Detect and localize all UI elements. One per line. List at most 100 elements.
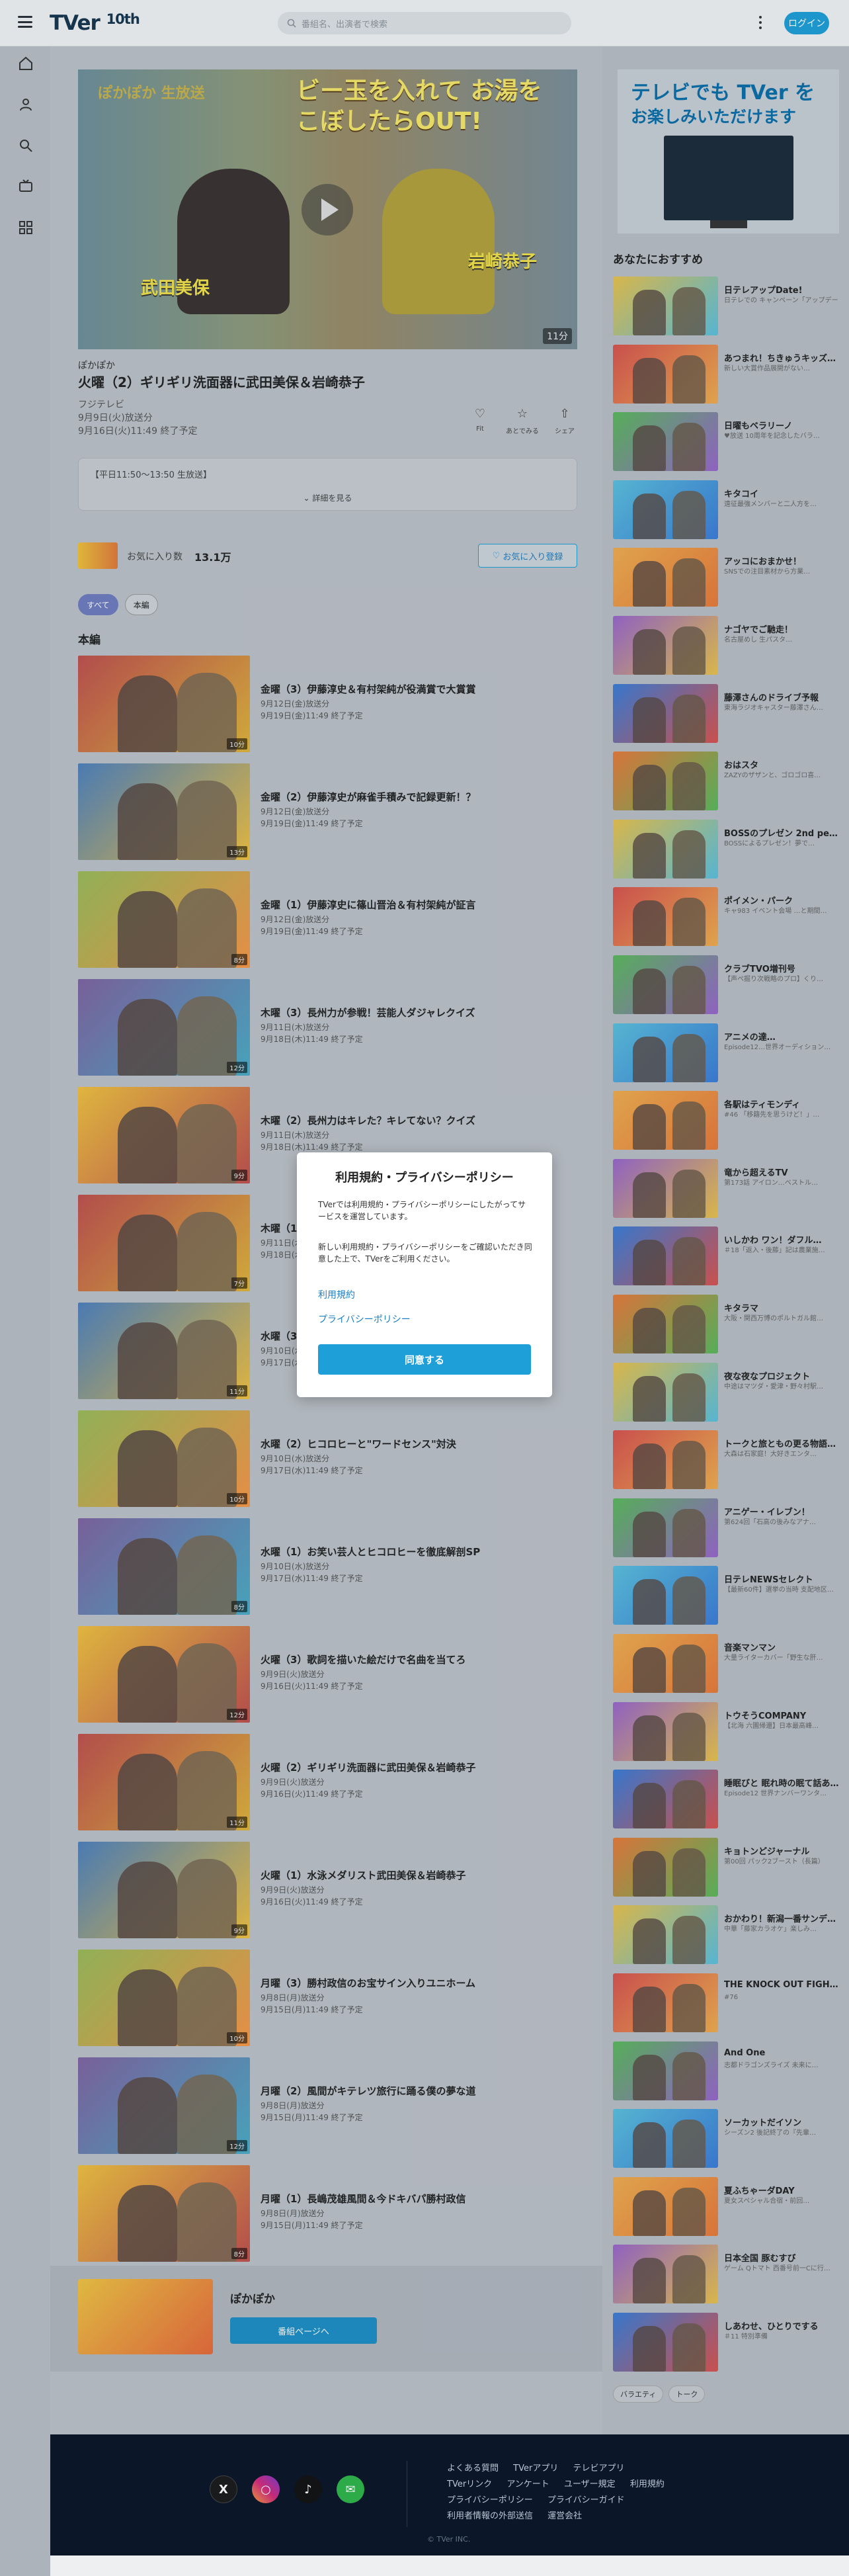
recommend-item-title[interactable]: 音楽マンマン (724, 1641, 840, 1653)
recommend-item-title[interactable]: And One (724, 2048, 840, 2058)
episode-row-title[interactable]: 月曜（2）風間がキテレツ旅行に踊る僕の夢な道 (261, 2084, 475, 2098)
instagram-icon[interactable]: ○ (252, 2475, 280, 2503)
recommend-item-title[interactable]: おはスタ (724, 758, 840, 771)
tab-main[interactable]: 本編 (124, 594, 158, 615)
recommend-item[interactable]: アッコにおまかせ！ SNSでの注目素材から方業… (613, 548, 841, 609)
footer-link-terms[interactable]: 利用規約 (630, 2477, 665, 2493)
episode-row[interactable]: 10分 月曜（3）勝村政信のお宝サイン入りユニホーム 9月8日(月)放送分 9月15日… (78, 1950, 577, 2049)
recommend-item[interactable]: 睡眠びと 眠れ時の眠て話あ… Episode12 世界ナンバーワンタ… (613, 1770, 841, 1830)
search-nav-icon[interactable] (18, 138, 34, 153)
line-icon[interactable]: ✉ (337, 2475, 364, 2503)
share-button[interactable]: ⇧ シェア (548, 407, 581, 435)
agree-button[interactable]: 同意する (318, 1344, 531, 1375)
episode-row[interactable]: 12分 木曜（3）長州力が参戦！芸能人ダジャレクイズ 9月11日(木)放送分 9月18… (78, 979, 577, 1078)
recommend-thumbnail[interactable] (613, 1498, 718, 1557)
recommend-thumbnail[interactable] (613, 1905, 718, 1965)
x-icon[interactable]: X (210, 2475, 237, 2503)
recommend-item[interactable]: And One 志都ドラゴンズライズ 未来に… (613, 2041, 841, 2102)
tv-app-banner[interactable]: テレビでも TVer を お楽しみいただけます (618, 69, 839, 234)
recommend-item[interactable]: 音楽マンマン 大量ライターカバー「野生な肝… (613, 1634, 841, 1695)
recommend-item-title[interactable]: 日テレNEWSセレクト (724, 1572, 840, 1585)
episode-thumbnail[interactable]: 11分 (78, 1734, 250, 1830)
recommend-item[interactable]: 藤澤さんのドライブ予報 東海ラジオキャスター藤澤さん… (613, 683, 841, 745)
recommend-item[interactable]: おはスタ ZAZYのザザンと、ゴロゴロ喜… (613, 751, 841, 812)
recommend-thumbnail[interactable] (613, 819, 718, 879)
recommend-thumbnail[interactable] (613, 1023, 718, 1082)
episode-thumbnail[interactable]: 9分 (78, 1087, 250, 1183)
tver-logo[interactable]: TVer 10th (50, 11, 140, 35)
recommend-thumbnail[interactable] (613, 1158, 718, 1218)
user-icon[interactable] (18, 97, 34, 112)
recommend-item[interactable]: ポイメン・パーク キャ983 イベント会場 …と期間… (613, 887, 841, 948)
episode-thumbnail[interactable]: 12分 (78, 2057, 250, 2154)
recommend-item-title[interactable]: THE KNOCK OUT FIGH… (724, 1980, 840, 1990)
recommend-thumbnail[interactable] (613, 1362, 718, 1422)
recommend-item[interactable]: トークと旅ともの更る物語… 大森は石家庭！大好きエンタ… (613, 1430, 841, 1491)
recommend-item-title[interactable]: 日曜もベラリーノ (724, 419, 840, 431)
episode-row-title[interactable]: 月曜（1）長嶋茂雄風間＆今ドキバパ勝村政信 (261, 2192, 465, 2206)
recommend-item[interactable]: 各駅はティモンディ #46 「移籍先を思うけど！」… (613, 1091, 841, 1152)
more-options-icon[interactable] (759, 16, 762, 29)
tv-icon[interactable] (18, 179, 34, 194)
recommend-item-title[interactable]: 日テレアップDate! (724, 283, 840, 296)
episode-thumbnail[interactable]: 8分 (78, 871, 250, 968)
recommend-item[interactable]: 日テレアップDate! 日テレでの キャンペーン「アップデート」 (613, 277, 841, 337)
footer-link-survey[interactable]: アンケート (506, 2477, 549, 2493)
episode-row[interactable]: 10分 水曜（2）ヒコロヒーと"ワードセンス"対決 9月10日(水)放送分 9月17日… (78, 1410, 577, 1510)
recommend-item[interactable]: 日本全国 豚むすび ゲーム Qトマト 西番号前一Cに行… (613, 2245, 841, 2305)
recommend-thumbnail[interactable] (613, 277, 718, 335)
episode-thumbnail[interactable]: 8分 (78, 1518, 250, 1615)
menu-icon[interactable] (18, 16, 32, 28)
search-input[interactable]: 番組名、出演者で検索 (278, 12, 571, 34)
fit-button[interactable]: ♡ Fit (464, 407, 497, 435)
footer-link-app[interactable]: TVerアプリ (513, 2461, 558, 2477)
recommend-thumbnail[interactable] (613, 1091, 718, 1150)
recommend-item-title[interactable]: 竜から超えるTV (724, 1166, 840, 1178)
recommend-item-title[interactable]: 夜な夜なプロジェクト (724, 1369, 840, 1382)
recommend-item[interactable]: 夏ふちゃーダDAY 夏女スペシャル合宿・前回… (613, 2176, 841, 2238)
episode-row[interactable]: 13分 金曜（2）伊藤淳史が麻雀手積みで記録更新！？ 9月12日(金)放送分 9月19… (78, 763, 577, 863)
recommend-item-title[interactable]: アッコにおまかせ！ (724, 554, 840, 567)
episode-row-title[interactable]: 金曜（2）伊藤淳史が麻雀手積みで記録更新！？ (261, 790, 475, 804)
recommend-item[interactable]: THE KNOCK OUT FIGH… #76 (613, 1973, 841, 2034)
episode-thumbnail[interactable]: 10分 (78, 1950, 250, 2046)
home-icon[interactable] (18, 56, 34, 71)
recommend-thumbnail[interactable] (613, 887, 718, 947)
episode-row-title[interactable]: 月曜（3）勝村政信のお宝サイン入りユニホーム (261, 1976, 475, 1990)
series-page-button[interactable]: 番組ページへ (230, 2317, 377, 2344)
episode-row-title[interactable]: 金曜（3）伊藤淳史＆有村架純が役満賞で大賞賞 (261, 682, 475, 696)
recommend-thumbnail[interactable] (613, 344, 718, 404)
episode-row-title[interactable]: 火曜（1）水泳メダリスト武田美保＆岩崎恭子 (261, 1868, 465, 1882)
recommend-thumbnail[interactable] (613, 2245, 718, 2304)
recommend-thumbnail[interactable] (613, 2109, 718, 2168)
recommend-thumbnail[interactable] (613, 2313, 718, 2372)
recommend-item-title[interactable]: クラブTVO増刊号 (724, 962, 840, 974)
add-favorite-button[interactable]: ♡ お気に入り登録 (478, 544, 577, 568)
episode-row[interactable]: 12分 月曜（2）風間がキテレツ旅行に踊る僕の夢な道 9月8日(月)放送分 9月15日… (78, 2057, 577, 2157)
recommend-thumbnail[interactable] (613, 1566, 718, 1625)
recommend-item[interactable]: アニメの達… Episode12…世界オーディション… (613, 1023, 841, 1084)
episode-thumbnail[interactable]: 8分 (78, 2165, 250, 2262)
recommend-item-title[interactable]: ポイメン・パーク (724, 894, 840, 906)
recommend-item-title[interactable]: ソーカットだイソン (724, 2116, 840, 2128)
recommend-item[interactable]: ナゴヤでご馳走！ 名古屋めし 生パスタ… (613, 616, 841, 677)
recommend-item[interactable]: クラブTVO増刊号 【声ペ掘り次戦略のプロ】くり… (613, 955, 841, 1016)
series-name[interactable]: ぽかぽか (78, 359, 115, 372)
footer-link-privacy-guide[interactable]: プライバシーガイド (547, 2493, 625, 2509)
footer-link-privacy[interactable]: プライバシーポリシー (447, 2493, 533, 2509)
episode-row[interactable]: 11分 火曜（2）ギリギリ洗面器に武田美保＆岩崎恭子 9月9日(火)放送分 9月16日… (78, 1734, 577, 1833)
login-button[interactable]: ログイン (784, 12, 829, 34)
video-player[interactable]: ぽかぽか 生放送 ビー玉を入れて お湯をこぼしたらOUT! 武田美保 岩崎恭子 … (78, 69, 577, 349)
recommend-item[interactable]: ソーカットだイソン シーズン2 後記終了の『先輩… (613, 2109, 841, 2170)
recommend-item-title[interactable]: キョトンどジャーナル (724, 1844, 840, 1857)
recommend-item-title[interactable]: いしかわ ワン！ダフル… (724, 1233, 840, 1246)
recommend-thumbnail[interactable] (613, 1295, 718, 1353)
recommend-item-title[interactable]: 藤澤さんのドライブ予報 (724, 691, 840, 703)
recommend-thumbnail[interactable] (613, 1837, 718, 1897)
recommend-item[interactable]: しあわせ、ひとりでする ＃11 特別準備 (613, 2313, 841, 2374)
episode-thumbnail[interactable]: 7分 (78, 1195, 250, 1291)
recommend-thumbnail[interactable] (613, 1701, 718, 1761)
episode-thumbnail[interactable]: 9分 (78, 1842, 250, 1938)
footer-link-company[interactable]: 運営会社 (547, 2509, 582, 2524)
show-details-button[interactable]: ⌄ 詳細を見る (79, 492, 577, 503)
